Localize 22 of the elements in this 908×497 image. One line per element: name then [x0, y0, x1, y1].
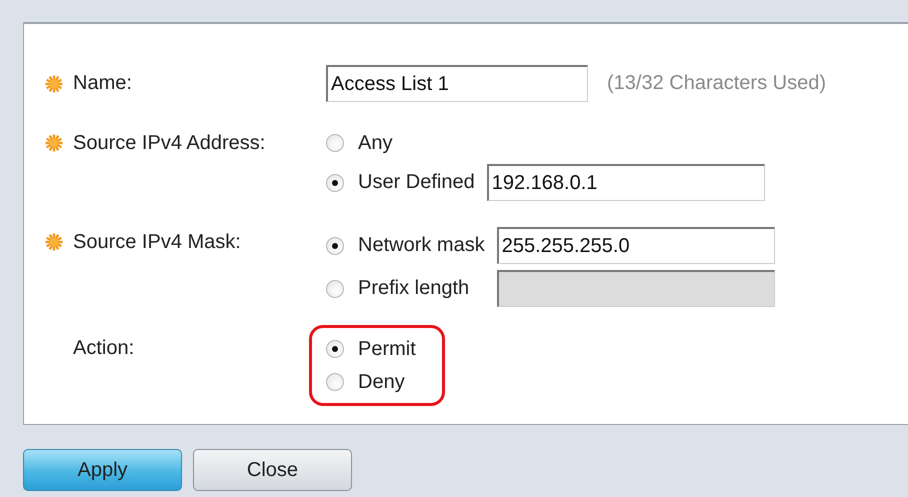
radio-button[interactable] [326, 236, 344, 254]
option-label: Permit [358, 338, 416, 360]
option-label: Network mask [358, 234, 485, 257]
field-label: Source IPv4 Address: [73, 132, 266, 154]
option-label: Deny [358, 370, 405, 394]
field-label: Action: [73, 336, 134, 360]
option-label: Any [358, 132, 392, 154]
radio-button[interactable] [326, 280, 344, 298]
radio-button[interactable] [326, 174, 344, 192]
option-label: User Defined [358, 171, 475, 194]
radio-button[interactable] [326, 134, 344, 152]
hint-text: (13/32 Characters Used) [607, 72, 826, 95]
field-label: Source IPv4 Mask: [73, 230, 241, 254]
close-button[interactable]: Close [193, 449, 352, 491]
radio-button[interactable] [326, 340, 344, 358]
apply-button[interactable]: Apply [23, 449, 182, 491]
text-field[interactable]: Access List 1 [326, 65, 588, 102]
option-label: Prefix length [358, 277, 470, 300]
field-label: Name: [73, 72, 132, 95]
text-field[interactable]: 192.168.0.1 [486, 164, 765, 201]
text-field[interactable]: 255.255.255.0 [496, 227, 775, 264]
radio-button[interactable] [326, 373, 344, 391]
